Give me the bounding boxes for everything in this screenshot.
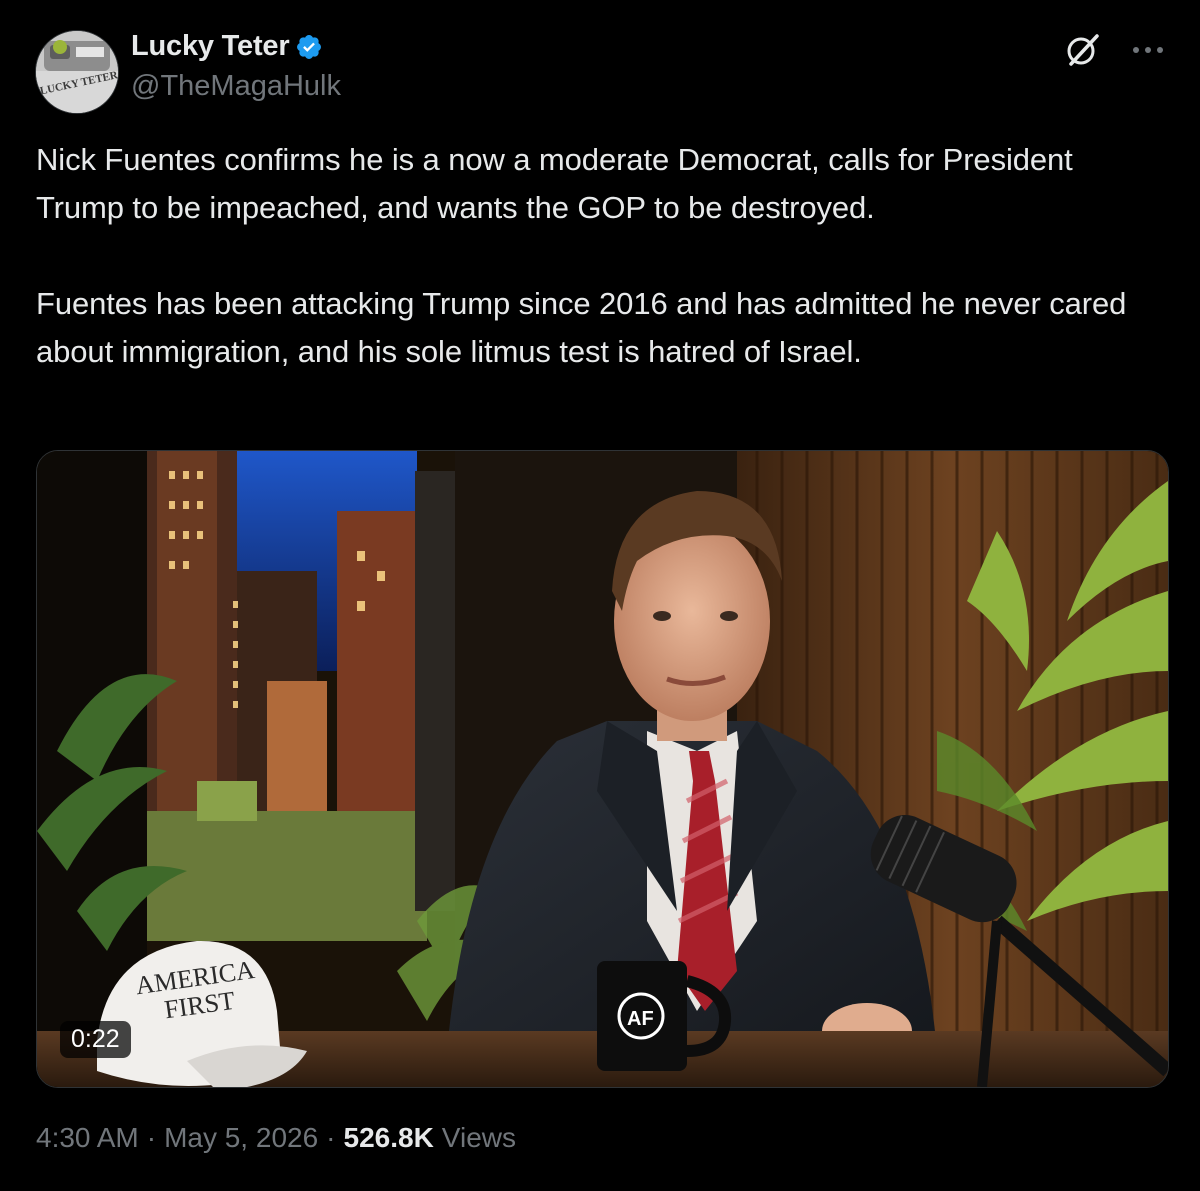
tweet-paragraph: Fuentes has been attacking Trump since 2…	[36, 286, 1127, 369]
author-display-name[interactable]: Lucky Teter	[131, 30, 290, 63]
views-count[interactable]: 526.8K	[344, 1122, 434, 1154]
tweet-time[interactable]: 4:30 AM	[36, 1122, 139, 1154]
meta-separator: ·	[146, 1122, 157, 1153]
tweet-text: Nick Fuentes confirms he is a now a mode…	[36, 136, 1156, 376]
video-duration-badge: 0:22	[60, 1021, 131, 1058]
author-name-row[interactable]: Lucky Teter	[131, 30, 323, 63]
avatar[interactable]: LUCKY TETER	[35, 30, 119, 114]
tweet-date[interactable]: May 5, 2026	[164, 1122, 318, 1154]
grok-icon[interactable]	[1063, 30, 1103, 70]
video-player[interactable]: AF AMERICA FIRST	[36, 450, 1169, 1088]
tweet-paragraph: Nick Fuentes confirms he is a now a mode…	[36, 142, 1073, 225]
meta-separator: ·	[326, 1122, 336, 1153]
views-label[interactable]: Views	[442, 1122, 516, 1154]
mug-logo-text: AF	[627, 1008, 654, 1030]
tweet: LUCKY TETER Lucky Teter @TheMagaHulk Nic…	[0, 0, 1200, 1191]
more-options-icon[interactable]	[1128, 40, 1168, 60]
avatar-image: LUCKY TETER	[36, 31, 118, 113]
verified-badge-icon	[295, 33, 323, 61]
tweet-meta: 4:30 AM · May 5, 2026 · 526.8K Views	[36, 1122, 516, 1154]
author-handle[interactable]: @TheMagaHulk	[131, 70, 341, 103]
video-frame: AF AMERICA FIRST	[37, 451, 1168, 1087]
